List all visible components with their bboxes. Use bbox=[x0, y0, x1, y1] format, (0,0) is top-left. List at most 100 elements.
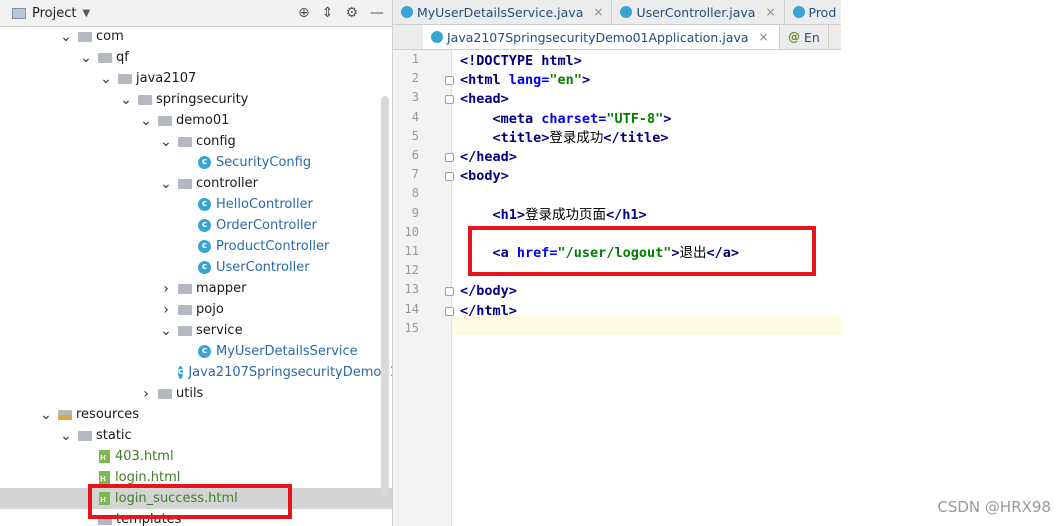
folder-icon bbox=[178, 283, 192, 294]
close-icon[interactable]: × bbox=[765, 5, 775, 19]
line-number: 2 bbox=[411, 71, 419, 86]
code-token: </title> bbox=[603, 129, 669, 146]
chevron-down-icon[interactable]: ⌄ bbox=[80, 50, 92, 66]
close-icon[interactable]: × bbox=[593, 5, 603, 19]
code-editor: MyUserDetailsService.java × UserController… bbox=[393, 0, 841, 526]
project-scrollbar[interactable] bbox=[381, 96, 389, 496]
fold-marker-icon[interactable] bbox=[445, 172, 454, 182]
java-class-icon: c bbox=[198, 219, 211, 232]
chevron-down-icon[interactable]: ⌄ bbox=[160, 134, 172, 150]
tree-item[interactable]: ⌄ service bbox=[0, 320, 392, 341]
tree-item-label: static bbox=[96, 428, 132, 443]
chevron-down-icon[interactable]: ⌄ bbox=[140, 113, 152, 129]
tree-item[interactable]: templates bbox=[0, 509, 392, 526]
java-class-icon: c bbox=[198, 345, 211, 358]
editor-tab[interactable]: MyUserDetailsService.java × bbox=[393, 0, 613, 24]
code-token: <meta bbox=[492, 110, 542, 127]
java-class-icon: c bbox=[198, 198, 211, 211]
html-file-icon bbox=[98, 450, 111, 463]
tree-item-label: resources bbox=[76, 407, 140, 422]
code-line: <a href="/user/logout">退出</a> bbox=[460, 244, 739, 263]
line-number: 7 bbox=[411, 167, 419, 182]
collapse-all-icon[interactable]: ⇕ bbox=[322, 5, 334, 21]
code-token: lang= bbox=[508, 72, 550, 89]
tree-item[interactable]: ⌄ springsecurity bbox=[0, 89, 392, 110]
fold-marker-icon[interactable] bbox=[445, 76, 454, 86]
code-token: > bbox=[663, 110, 672, 127]
folder-icon bbox=[178, 178, 192, 189]
code-token: > bbox=[581, 72, 591, 89]
tree-item[interactable]: ⌄ config bbox=[0, 131, 392, 152]
editor-tab[interactable]: Java2107SpringsecurityDemo01Application.… bbox=[423, 25, 780, 49]
chevron-right-icon[interactable]: › bbox=[140, 386, 152, 402]
tree-item-label: OrderController bbox=[216, 218, 317, 233]
tree-item[interactable]: c HelloController bbox=[0, 194, 392, 215]
editor-tab[interactable]: UserController.java × bbox=[612, 0, 785, 24]
close-icon[interactable]: × bbox=[759, 30, 769, 44]
chevron-down-icon[interactable]: ⌄ bbox=[160, 176, 172, 192]
java-class-icon: c bbox=[178, 366, 184, 379]
html-file-icon bbox=[98, 492, 111, 505]
tree-item[interactable]: c SecurityConfig bbox=[0, 152, 392, 173]
tree-item[interactable]: ⌄ static bbox=[0, 425, 392, 446]
tree-item[interactable]: ⌄ com bbox=[0, 26, 392, 47]
tree-item-label: qf bbox=[116, 50, 129, 65]
tree-item[interactable]: c OrderController bbox=[0, 215, 392, 236]
code-token: <h1> bbox=[492, 206, 526, 223]
tree-item-label: pojo bbox=[196, 302, 224, 317]
tree-item-label: UserController bbox=[216, 260, 310, 275]
fold-marker-icon[interactable] bbox=[445, 153, 454, 162]
chevron-down-icon[interactable]: ⌄ bbox=[60, 428, 72, 444]
chevron-down-icon[interactable]: ⌄ bbox=[120, 92, 132, 108]
fold-marker-icon[interactable] bbox=[445, 287, 454, 297]
tree-item-label: Java2107SpringsecurityDemo01A bbox=[188, 365, 393, 380]
tree-item[interactable]: login_success.html bbox=[0, 488, 392, 509]
tree-item[interactable]: c Java2107SpringsecurityDemo01A bbox=[0, 362, 392, 383]
gear-icon[interactable]: ⚙ bbox=[345, 5, 358, 21]
chevron-right-icon[interactable]: › bbox=[160, 302, 172, 318]
code-token: <head> bbox=[460, 91, 509, 108]
editor-tab[interactable]: @ En bbox=[780, 25, 829, 49]
editor-tab-label: Java2107SpringsecurityDemo01Application.… bbox=[447, 29, 749, 45]
project-toolbar: ⊕ ⇕ ⚙ — bbox=[298, 0, 384, 26]
java-class-icon: c bbox=[198, 240, 211, 253]
code-token: <!DOCTYPE bbox=[460, 53, 542, 69]
code-token: > bbox=[573, 53, 582, 69]
chevron-down-icon[interactable]: ⌄ bbox=[60, 29, 72, 45]
java-class-icon bbox=[431, 31, 443, 43]
chevron-down-icon[interactable]: ⌄ bbox=[40, 407, 52, 423]
chevron-right-icon[interactable]: › bbox=[160, 281, 172, 297]
minimize-icon[interactable]: — bbox=[370, 5, 384, 21]
chevron-down-icon[interactable]: ▼ bbox=[82, 8, 90, 19]
fold-marker-icon[interactable] bbox=[445, 306, 454, 316]
folder-icon bbox=[158, 388, 172, 399]
tree-item[interactable]: ⌄ java2107 bbox=[0, 68, 392, 89]
tree-item[interactable]: › mapper bbox=[0, 278, 392, 299]
code-token: </body> bbox=[460, 283, 517, 300]
tree-item[interactable]: ⌄ controller bbox=[0, 173, 392, 194]
tree-item[interactable]: 403.html bbox=[0, 446, 392, 467]
editor-tab[interactable]: Prod bbox=[785, 0, 842, 24]
editor-tab-row-1: MyUserDetailsService.java × UserController… bbox=[393, 0, 841, 25]
tree-item[interactable]: login.html bbox=[0, 467, 392, 488]
code-token: <a bbox=[492, 245, 517, 261]
line-number: 11 bbox=[404, 244, 419, 258]
tree-item[interactable]: ⌄ demo01 bbox=[0, 110, 392, 131]
tree-item[interactable]: c UserController bbox=[0, 257, 392, 278]
folder-icon bbox=[158, 115, 172, 126]
tree-item[interactable]: ⌄ qf bbox=[0, 47, 392, 68]
folder-icon bbox=[178, 136, 192, 147]
html-file-icon bbox=[98, 471, 111, 484]
tree-item[interactable]: ⌄ resources bbox=[0, 404, 392, 425]
code-line: </body> bbox=[460, 282, 517, 301]
tree-item[interactable]: › utils bbox=[0, 383, 392, 404]
project-view-selector[interactable]: Project ▼ bbox=[12, 6, 90, 21]
tree-item[interactable]: c MyUserDetailsService bbox=[0, 341, 392, 362]
chevron-down-icon[interactable]: ⌄ bbox=[160, 323, 172, 339]
locate-icon[interactable]: ⊕ bbox=[298, 5, 310, 21]
tree-item[interactable]: c ProductController bbox=[0, 236, 392, 257]
chevron-down-icon[interactable]: ⌄ bbox=[100, 71, 112, 87]
tree-item[interactable]: › pojo bbox=[0, 299, 392, 320]
fold-marker-icon[interactable] bbox=[445, 95, 454, 105]
